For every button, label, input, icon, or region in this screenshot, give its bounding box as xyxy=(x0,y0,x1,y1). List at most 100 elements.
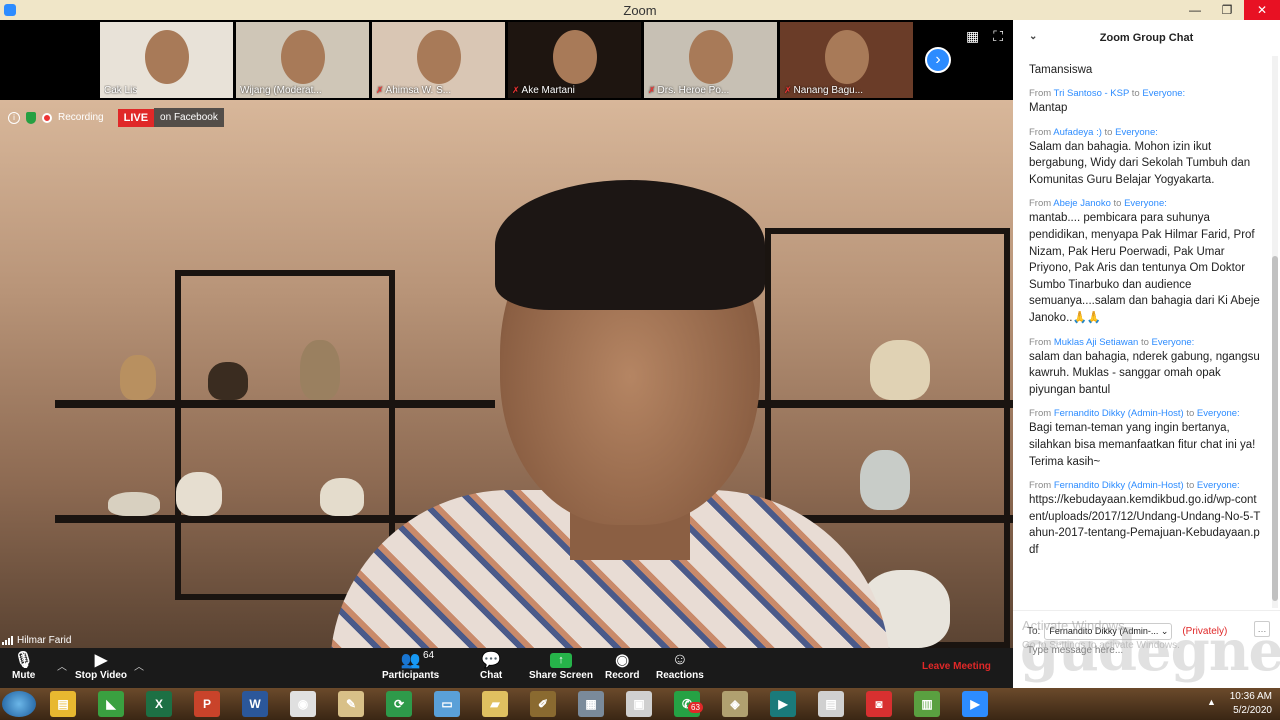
chat-recipient[interactable]: Everyone xyxy=(1197,480,1237,491)
mic-muted-icon: ✗ xyxy=(648,85,656,95)
notepad-icon[interactable]: ▭ xyxy=(434,691,460,717)
chat-recipient[interactable]: Everyone xyxy=(1124,198,1164,209)
participant-thumbnail[interactable]: ✗ Ahimsa W. S... xyxy=(372,22,505,98)
encryption-shield-icon[interactable] xyxy=(26,111,36,124)
next-page-arrow-icon[interactable]: › xyxy=(925,47,951,73)
stop-video-button[interactable]: ▶ Stop Video xyxy=(75,650,127,681)
participant-thumbnail[interactable]: ✗ Drs. Heroe Po... xyxy=(644,22,777,98)
participant-name: ✗ Nanang Bagu... xyxy=(784,85,863,96)
chat-scrollbar-thumb[interactable] xyxy=(1272,256,1278,601)
mute-button[interactable]: 🎙 Mute xyxy=(12,650,35,681)
chat-sender[interactable]: Muklas Aji Setiawan xyxy=(1054,337,1138,348)
chat-message-meta: From Muklas Aji Setiawan to Everyone: xyxy=(1029,336,1195,348)
clock-date: 5/2/2020 xyxy=(1233,705,1272,716)
participant-thumbnail[interactable]: Cak Lis xyxy=(100,22,233,98)
chat-message-partial: Tamansiswa xyxy=(1029,64,1093,76)
from-word: From xyxy=(1029,88,1052,99)
chat-message: From Aufadeya :) to Everyone: Salam dan b… xyxy=(1029,126,1261,189)
leave-meeting-button[interactable]: Leave Meeting xyxy=(922,661,991,672)
chat-message-text: Salam dan bahagia. Mohon izin ikut berga… xyxy=(1029,140,1251,186)
chat-button[interactable]: 💬 Chat xyxy=(480,650,502,681)
chat-recipient[interactable]: Everyone xyxy=(1197,408,1237,419)
folder-icon[interactable]: ▰ xyxy=(482,691,508,717)
chat-recipient[interactable]: Everyone xyxy=(1115,127,1155,138)
word-icon[interactable]: W xyxy=(242,691,268,717)
vase-decoration xyxy=(176,472,222,516)
zoom-icon[interactable]: ▶ xyxy=(962,691,988,717)
chrome-icon[interactable]: ◉ xyxy=(290,691,316,717)
chat-sender[interactable]: Tri Santoso - KSP xyxy=(1054,88,1130,99)
vase-decoration xyxy=(870,340,930,400)
live-platform-label[interactable]: on Facebook xyxy=(154,108,224,127)
speaker-hair xyxy=(495,180,765,310)
windows-taskbar: ▲ 10:36 AM 5/2/2020 ▤ ◣ X P W ◉ ✎ ⟳ ▭ ▰ ✐ ▦ ▣ ✆ 63 ◈ ▶ ▤ ◙… xyxy=(0,688,1280,720)
clock-time: 10:36 AM xyxy=(1229,691,1272,702)
calculator-icon[interactable]: ▦ xyxy=(578,691,604,717)
file-explorer-icon[interactable]: ▤ xyxy=(50,691,76,717)
tray-expand-icon[interactable]: ▲ xyxy=(1207,697,1216,707)
chat-compose-area: To: Fernandito Dikky (Admin-... ⌄ (Priva… xyxy=(1013,610,1280,688)
to-label: To: xyxy=(1027,626,1041,637)
participants-count: 64 xyxy=(423,650,435,661)
from-word: From xyxy=(1029,408,1052,420)
vase-decoration xyxy=(208,362,248,400)
start-button-icon[interactable] xyxy=(2,691,36,717)
record-button[interactable]: ◉ Record xyxy=(605,650,639,681)
participant-thumbnail[interactable]: ✗ Ake Martani xyxy=(508,22,641,98)
chat-sender[interactable]: Fernandito Dikky (Admin-Host) xyxy=(1054,480,1184,491)
app-green-icon[interactable]: ◣ xyxy=(98,691,124,717)
participant-face xyxy=(145,30,189,84)
maximize-button[interactable]: ❐ xyxy=(1212,0,1242,20)
info-icon[interactable]: i xyxy=(8,111,20,124)
camera-icon[interactable]: ◙ xyxy=(866,691,892,717)
reactions-smiley-icon: ☺ xyxy=(671,651,689,668)
android-icon[interactable]: ▥ xyxy=(914,691,940,717)
calendar-icon[interactable]: ▣ xyxy=(626,691,652,717)
app-teal-icon[interactable]: ▶ xyxy=(770,691,796,717)
excel-icon[interactable]: X xyxy=(146,691,172,717)
share-screen-button[interactable]: ↑ Share Screen xyxy=(529,650,593,681)
reactions-label: Reactions xyxy=(656,670,704,681)
close-button[interactable]: ✕ xyxy=(1244,0,1280,20)
chat-message-meta: From Fernandito Dikky (Admin-Host) to Ev… xyxy=(1029,408,1240,420)
live-badge[interactable]: LIVE xyxy=(117,108,155,127)
chat-message-text: Mantap xyxy=(1029,102,1068,114)
window-title: Zoom xyxy=(623,2,657,18)
tool-icon[interactable]: ✐ xyxy=(530,691,556,717)
video-options-caret-icon[interactable]: ︿ xyxy=(134,658,144,673)
audio-options-caret-icon[interactable]: ︿ xyxy=(57,658,67,673)
chat-scrollbar[interactable] xyxy=(1272,56,1278,608)
participants-icon: 👥 xyxy=(400,652,421,669)
minimize-button[interactable]: — xyxy=(1180,0,1210,20)
chat-message-input[interactable] xyxy=(1027,645,1267,656)
gallery-view-icon[interactable]: ▦ xyxy=(966,28,979,45)
participant-thumbnail[interactable]: ✗ Nanang Bagu... xyxy=(780,22,913,98)
participant-face xyxy=(417,30,461,84)
recipient-row: To: Fernandito Dikky (Admin-... ⌄ (Priva… xyxy=(1027,623,1227,640)
record-icon: ◉ xyxy=(615,652,630,669)
participant-name-text: Wijang (Moderat... xyxy=(240,85,322,96)
chat-message-text: salam dan bahagia, nderek gabung, ngangs… xyxy=(1029,350,1260,396)
to-word: to xyxy=(1186,480,1195,492)
system-clock[interactable]: 10:36 AM 5/2/2020 xyxy=(1230,690,1272,718)
to-word: to xyxy=(1113,198,1122,210)
chat-recipient[interactable]: Everyone xyxy=(1152,337,1192,348)
sync-icon[interactable]: ⟳ xyxy=(386,691,412,717)
app-car-icon[interactable]: ◈ xyxy=(722,691,748,717)
participant-thumbnail[interactable]: Wijang (Moderat... xyxy=(236,22,369,98)
reactions-button[interactable]: ☺ Reactions xyxy=(656,650,704,681)
recipient-select[interactable]: Fernandito Dikky (Admin-... ⌄ xyxy=(1044,623,1173,640)
paint-icon[interactable]: ✎ xyxy=(338,691,364,717)
from-word: From xyxy=(1029,336,1052,348)
chat-recipient[interactable]: Everyone xyxy=(1142,88,1182,99)
chat-sender[interactable]: Aufadeya :) xyxy=(1053,127,1102,138)
chat-sender[interactable]: Abeje Janoko xyxy=(1053,198,1111,209)
docs-icon[interactable]: ▤ xyxy=(818,691,844,717)
chat-message-meta: From Fernandito Dikky (Admin-Host) to Ev… xyxy=(1029,480,1240,492)
chat-message-list[interactable]: Tamansiswa From Tri Santoso - KSP to Eve… xyxy=(1013,56,1271,608)
chat-sender[interactable]: Fernandito Dikky (Admin-Host) xyxy=(1054,408,1184,419)
fullscreen-icon[interactable]: ⛶ xyxy=(993,28,1003,45)
attach-file-icon[interactable]: … xyxy=(1254,621,1270,637)
chevron-down-icon[interactable]: ⌄ xyxy=(1029,31,1037,42)
powerpoint-icon[interactable]: P xyxy=(194,691,220,717)
